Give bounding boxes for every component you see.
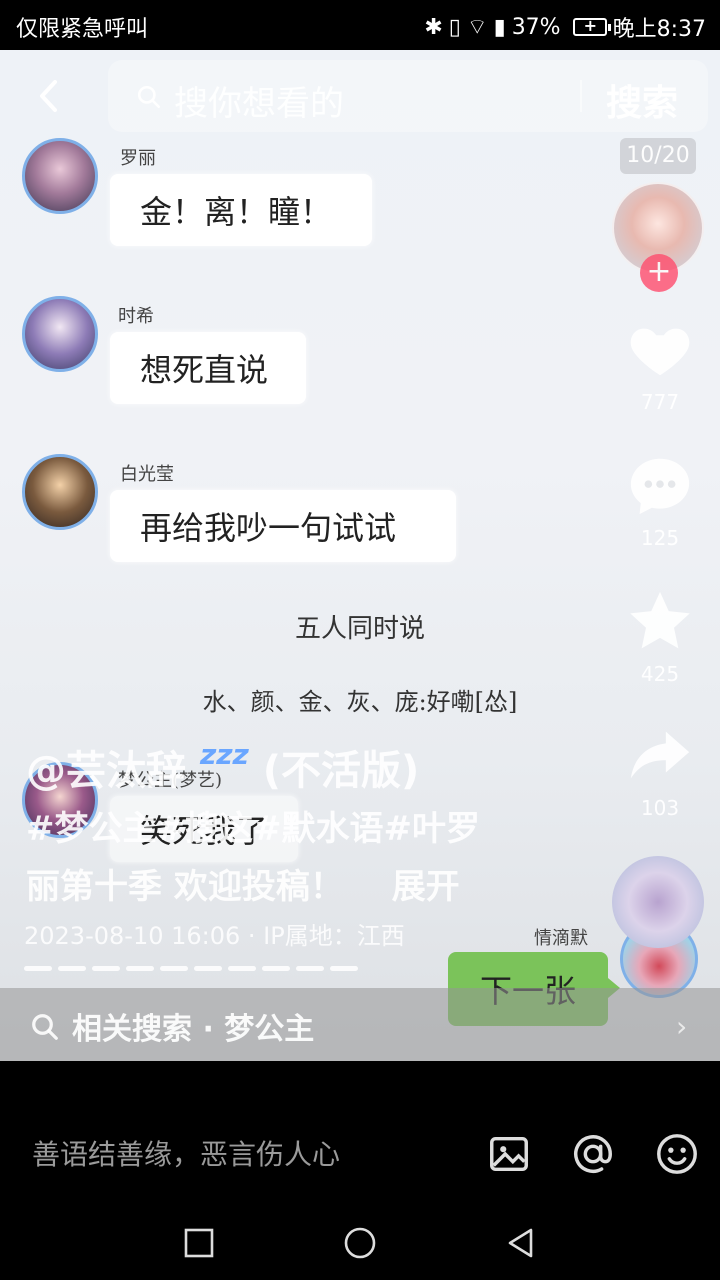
favorite-count: 425 [640,662,680,686]
video-content[interactable]: 罗丽 金！离！瞳！ 时希 想死直说 白光莹 再给我吵一句试试 五人同时说 水、颜… [0,50,720,1061]
progress-segment [24,966,52,971]
chat-name: 白光莹 [120,464,174,485]
battery-alert-icon: ▮ [493,14,506,40]
comment-count: 125 [640,526,680,550]
avatar [22,454,98,530]
author-name[interactable]: @芸汰辞 zzz (不活版) [26,738,419,796]
video-description: #梦公主#搜这#默水语#叶罗 丽第十季 欢迎投稿！ 展开 [26,800,586,916]
search-input[interactable]: 搜你想看的 [174,76,344,125]
author-suffix: (不活版) [262,748,420,794]
share-icon [630,731,690,779]
comment-icon [630,458,690,515]
back-triangle-icon[interactable] [504,1226,538,1260]
heart-icon [630,328,690,376]
progress-segment [58,966,86,971]
image-progress [24,966,358,971]
music-disc[interactable] [612,856,704,948]
image-icon[interactable] [486,1131,532,1177]
progress-segment [228,966,256,971]
search-icon [32,1014,58,1040]
status-icons: ✱ ▯ ⌔ ▮ 37% + 晚上8:37 [424,11,706,43]
chat-bubble: 金！离！瞳！ [110,174,372,246]
at-icon[interactable] [570,1131,616,1177]
carrier-text: 仅限紧急呼叫 [16,17,149,42]
chat-bubble: 想死直说 [110,332,306,404]
emoji-icon[interactable] [654,1131,700,1177]
comment-button[interactable]: 125 [618,450,702,550]
desc-line: #梦公主#搜这#默水语#叶罗 [26,809,480,849]
progress-segment [160,966,188,971]
chevron-right-icon: › [676,1010,688,1043]
chat-name: 罗丽 [120,148,156,169]
avatar [22,138,98,214]
post-date: 2023-08-10 16:06 · IP属地：江西 [24,922,405,950]
chat-bubble: 再给我吵一句试试 [110,490,456,562]
recents-icon[interactable] [182,1226,216,1260]
star-icon [630,591,690,649]
back-arrow-icon [40,80,57,112]
author-handle: @芸汰辞 [26,748,186,794]
search-bar[interactable]: 搜你想看的 搜索 [108,60,708,132]
search-button[interactable]: 搜索 [606,74,678,126]
desc-line-2: 丽第十季 欢迎投稿！ 展开 [26,858,586,916]
comment-bar[interactable]: 善语结善缘，恶言伤人心 [0,1061,720,1200]
like-button[interactable]: 777 [618,314,702,414]
back-button[interactable] [30,76,70,116]
share-button[interactable]: 103 [618,720,702,820]
battery-icon: + [572,16,611,36]
follow-plus-icon[interactable]: + [640,254,678,292]
search-divider [580,80,582,112]
chat-name: 时希 [118,306,154,327]
clock: 晚上8:37 [612,17,706,42]
home-icon[interactable] [343,1226,377,1260]
progress-segment [194,966,222,971]
progress-segment [296,966,324,971]
vibrate-icon: ▯ [448,14,461,40]
progress-segment [126,966,154,971]
wifi-icon: ⌔ [466,15,488,40]
desc-line: 丽第十季 欢迎投稿！ [26,867,344,907]
progress-segment [92,966,120,971]
comment-input[interactable]: 善语结善缘，恶言伤人心 [32,1133,340,1173]
battery-percent: 37% [511,14,561,40]
reply-name: 情滴默 [534,928,588,949]
like-count: 777 [640,390,680,414]
image-counter: 10/20 [620,138,696,174]
search-icon [137,85,161,109]
expand-link[interactable]: 展开 [392,867,460,907]
avatar [22,296,98,372]
center-caption: 五人同时说 [294,614,425,644]
center-caption: 水、颜、金、灰、庞:好嘞[怂] [202,688,518,716]
status-bar: 仅限紧急呼叫 ✱ ▯ ⌔ ▮ 37% + 晚上8:37 [0,0,720,50]
favorite-button[interactable]: 425 [618,586,702,686]
share-count: 103 [640,796,680,820]
related-search-label: 相关搜索 · 梦公主 [72,1012,315,1047]
bluetooth-icon: ✱ [424,14,443,40]
progress-segment [330,966,358,971]
system-nav-bar [0,1200,720,1280]
related-search-bar[interactable]: 相关搜索 · 梦公主 › [0,988,720,1061]
progress-segment [262,966,290,971]
sleep-mark: zzz [199,738,249,771]
